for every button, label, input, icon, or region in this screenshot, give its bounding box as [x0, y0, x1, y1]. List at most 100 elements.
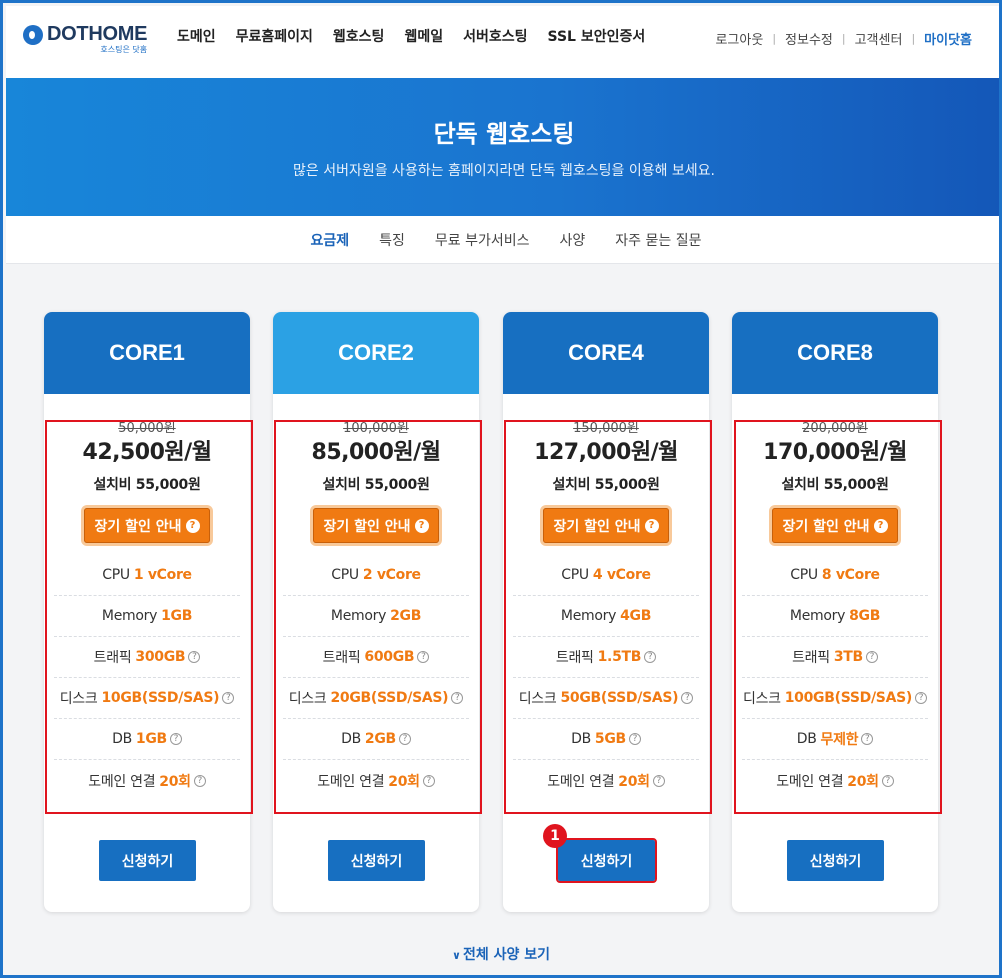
- spec-value: 20회: [618, 773, 650, 790]
- spec-label: Memory: [101, 608, 158, 624]
- nav-webmail[interactable]: 웹메일: [404, 26, 443, 46]
- setup-fee: 설치비 55,000원: [322, 477, 430, 493]
- spec-value: 600GB: [364, 649, 415, 665]
- monthly-price: 85,000원/월: [311, 440, 441, 465]
- help-icon[interactable]: ?: [169, 733, 182, 745]
- utility-links: 로그아웃 | 정보수정 | 고객센터 | 마이닷홈: [715, 29, 972, 48]
- spec-label: 도메인 연결: [776, 773, 844, 790]
- plan-card-core1: CORE1 50,000원 42,500원/월 설치비 55,000원 장기 할…: [44, 312, 250, 912]
- long-term-discount-button[interactable]: 장기 할인 안내?: [543, 508, 669, 543]
- logo-tagline: 호스팅은 닷홈: [100, 45, 148, 54]
- help-icon[interactable]: ?: [398, 733, 411, 745]
- spec-label: 디스크: [518, 691, 557, 707]
- apply-button-core1[interactable]: 신청하기: [99, 840, 196, 881]
- spec-list: CPU 2 vCore Memory 2GB 트래픽 600GB? 디스크 20GB(S…: [283, 555, 469, 801]
- spec-value: 1.5TB: [597, 649, 642, 665]
- hero-banner: 단독 웹호스팅 많은 서버자원을 사용하는 홈페이지라면 단독 웹호스팅을 이용…: [6, 78, 999, 216]
- spec-domain: 도메인 연결 20회?: [513, 760, 699, 801]
- original-price: 150,000원: [573, 421, 639, 436]
- spec-value: 2GB: [364, 731, 396, 747]
- logout-link[interactable]: 로그아웃: [715, 29, 763, 48]
- top-navigation-bar: DOTHOME 호스팅은 닷홈 도메인 무료홈페이지 웹호스팅 웹메일 서버호스…: [6, 6, 999, 78]
- help-icon[interactable]: ?: [417, 651, 430, 663]
- spec-label: Memory: [789, 608, 846, 624]
- help-icon[interactable]: ?: [222, 692, 235, 704]
- spec-disk: 디스크 20GB(SSD/SAS)?: [283, 678, 469, 719]
- nav-ssl[interactable]: SSL 보안인증서: [548, 26, 646, 46]
- double-chevron-down-icon: ∨: [452, 949, 461, 962]
- spec-label: 트래픽: [555, 650, 594, 666]
- view-all-specs-link[interactable]: ∨ 전체 사양 보기: [3, 944, 999, 964]
- tab-faq[interactable]: 자주 묻는 질문: [615, 230, 701, 250]
- spec-label: 트래픽: [322, 650, 361, 666]
- tab-features[interactable]: 특징: [379, 230, 405, 250]
- help-icon[interactable]: ?: [644, 651, 657, 663]
- spec-value: 100GB(SSD/SAS): [784, 690, 913, 706]
- spec-label: DB: [112, 731, 132, 747]
- edit-info-link[interactable]: 정보수정: [785, 29, 833, 48]
- dothome-logo[interactable]: DOTHOME 호스팅은 닷홈: [23, 23, 147, 55]
- spec-label: 트래픽: [93, 650, 132, 666]
- long-term-discount-button[interactable]: 장기 할인 안내?: [84, 508, 210, 543]
- help-icon[interactable]: ?: [865, 651, 878, 663]
- divider: |: [841, 32, 846, 45]
- long-term-discount-button[interactable]: 장기 할인 안내?: [772, 508, 898, 543]
- spec-value: 8 vCore: [821, 567, 880, 583]
- spec-db: DB 5GB?: [513, 719, 699, 760]
- apply-button-core4[interactable]: 신청하기: [556, 838, 657, 883]
- tab-pricing[interactable]: 요금제: [311, 230, 350, 250]
- nav-free-homepage[interactable]: 무료홈페이지: [236, 26, 313, 46]
- support-center-link[interactable]: 고객센터: [855, 29, 903, 48]
- spec-label: 트래픽: [792, 650, 830, 666]
- spec-memory: Memory 4GB: [513, 596, 699, 637]
- spec-domain: 도메인 연결 20회?: [742, 760, 928, 801]
- discount-button-label: 장기 할인 안내: [782, 518, 870, 535]
- spec-list: CPU 8 vCore Memory 8GB 트래픽 3TB? 디스크 100GB(SS…: [742, 555, 928, 801]
- spec-value: 2 vCore: [362, 567, 421, 583]
- help-icon[interactable]: ?: [681, 692, 694, 704]
- spec-cpu: CPU 8 vCore: [742, 555, 928, 596]
- spec-traffic: 트래픽 300GB?: [54, 637, 240, 678]
- long-term-discount-button[interactable]: 장기 할인 안내?: [313, 508, 439, 543]
- help-icon[interactable]: ?: [881, 774, 894, 787]
- nav-domain[interactable]: 도메인: [177, 26, 216, 46]
- apply-button-core2[interactable]: 신청하기: [328, 840, 425, 881]
- spec-value: 2GB: [390, 608, 422, 624]
- help-icon[interactable]: ?: [451, 692, 464, 704]
- spec-label: 도메인 연결: [88, 773, 156, 790]
- help-icon[interactable]: ?: [422, 774, 435, 787]
- spec-db: DB 무제한?: [742, 719, 928, 760]
- plan-name: CORE8: [732, 312, 938, 394]
- spec-label: 디스크: [288, 691, 327, 707]
- spec-disk: 디스크 50GB(SSD/SAS)?: [513, 678, 699, 719]
- spec-value: 4GB: [620, 608, 652, 624]
- spec-label: DB: [571, 731, 591, 747]
- help-icon[interactable]: ?: [915, 692, 927, 704]
- help-icon[interactable]: ?: [652, 774, 665, 787]
- help-icon[interactable]: ?: [861, 733, 874, 745]
- tab-specs[interactable]: 사양: [560, 230, 586, 250]
- monthly-price: 42,500원/월: [82, 440, 212, 465]
- spec-value: 50GB(SSD/SAS): [560, 690, 679, 706]
- apply-button-core8[interactable]: 신청하기: [787, 840, 884, 881]
- setup-fee: 설치비 55,000원: [781, 477, 889, 493]
- plan-card-core2: CORE2 100,000원 85,000원/월 설치비 55,000원 장기 …: [273, 312, 479, 912]
- monthly-price: 170,000원/월: [763, 440, 907, 465]
- spec-label: 디스크: [59, 691, 98, 707]
- help-icon[interactable]: ?: [193, 774, 206, 787]
- my-dothome-link[interactable]: 마이닷홈: [924, 29, 972, 48]
- spec-db: DB 2GB?: [283, 719, 469, 760]
- plan-card-core8: CORE8 200,000원 170,000원/월 설치비 55,000원 장기…: [732, 312, 938, 912]
- spec-domain: 도메인 연결 20회?: [283, 760, 469, 801]
- setup-fee: 설치비 55,000원: [552, 477, 660, 493]
- spec-label: CPU: [331, 567, 359, 583]
- nav-web-hosting[interactable]: 웹호스팅: [333, 26, 385, 46]
- help-icon[interactable]: ?: [628, 733, 641, 745]
- spec-db: DB 1GB?: [54, 719, 240, 760]
- spec-domain: 도메인 연결 20회?: [54, 760, 240, 801]
- help-icon[interactable]: ?: [188, 651, 201, 663]
- tab-free-addons[interactable]: 무료 부가서비스: [435, 230, 530, 250]
- discount-button-label: 장기 할인 안내: [323, 518, 411, 535]
- nav-server-hosting[interactable]: 서버호스팅: [463, 26, 527, 46]
- logo-wordmark: DOTHOME: [47, 23, 148, 45]
